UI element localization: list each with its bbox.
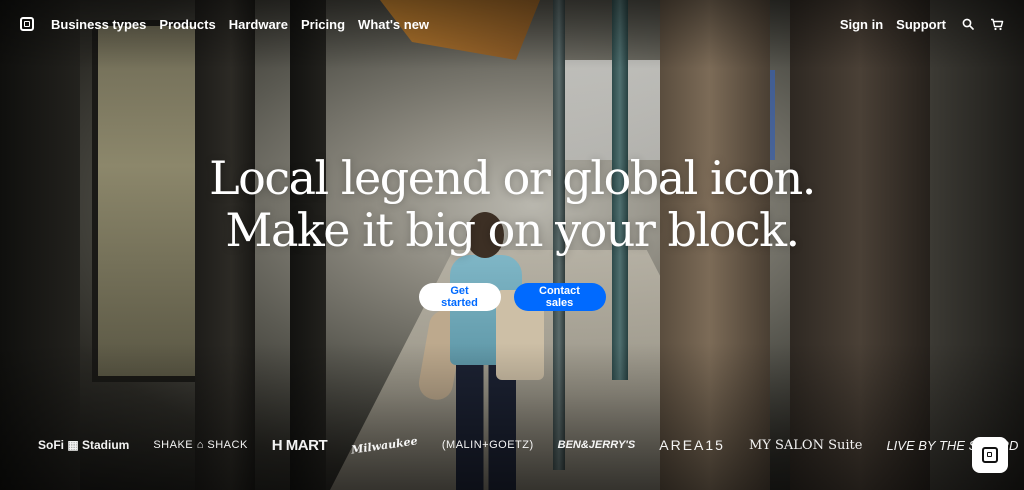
hero-headline-line-2: Make it big on your block.	[225, 203, 800, 257]
hero-section: Business types Products Hardware Pricing…	[0, 0, 1024, 490]
brand-logo-shake-shack: SHAKE ⌂ SHACK	[153, 439, 248, 451]
square-logo-icon	[982, 447, 998, 463]
hero-headline-line-1: Local legend or global icon.	[209, 151, 816, 205]
brand-logo-area15: AREA15	[659, 437, 725, 453]
nav-business-types[interactable]: Business types	[51, 17, 146, 32]
contact-sales-button[interactable]: Contact sales	[513, 283, 606, 311]
search-icon[interactable]	[961, 17, 975, 31]
brand-logo-sofi-stadium: SoFi ▦ Stadium	[38, 438, 130, 452]
brand-logos-strip: SoFi ▦ Stadium SHAKE ⌂ SHACK H MART Milw…	[38, 430, 1018, 460]
nav-whats-new[interactable]: What's new	[358, 17, 429, 32]
cta-group: Get started Contact sales	[0, 283, 1024, 311]
brand-logo-malin-goetz: (MALIN+GOETZ)	[441, 439, 534, 451]
nav-right-group: Sign in Support	[827, 17, 1024, 32]
hero-headline: Local legend or global icon. Make it big…	[0, 152, 1024, 256]
nav-hardware[interactable]: Hardware	[229, 17, 288, 32]
sign-in-link[interactable]: Sign in	[840, 17, 883, 32]
square-logo-icon[interactable]	[20, 17, 34, 31]
top-navigation: Business types Products Hardware Pricing…	[0, 0, 1024, 48]
brand-logo-milwaukee: Milwaukee	[350, 433, 419, 457]
cart-icon[interactable]	[990, 17, 1004, 31]
brand-logo-h-mart: H MART	[271, 436, 328, 454]
nav-pricing[interactable]: Pricing	[301, 17, 345, 32]
square-badge-button[interactable]	[972, 437, 1008, 473]
get-started-button[interactable]: Get started	[418, 283, 501, 311]
support-link[interactable]: Support	[896, 17, 946, 32]
nav-products[interactable]: Products	[159, 17, 215, 32]
brand-logo-my-salon-suite: MY SALON Suite	[748, 437, 863, 453]
brand-logo-ben-jerrys: BEN&JERRY'S	[557, 439, 636, 451]
